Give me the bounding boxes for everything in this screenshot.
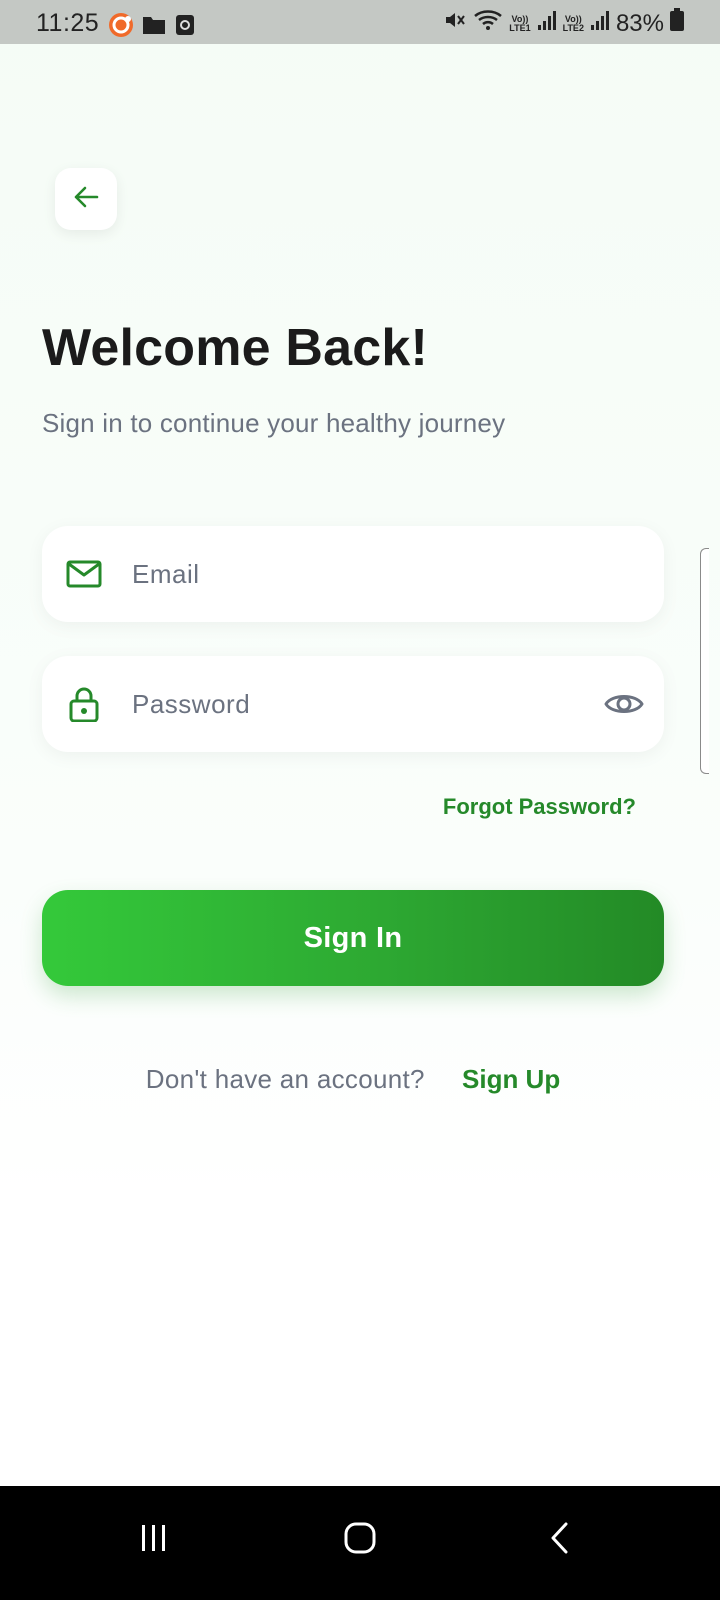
signup-row: Don't have an account? Sign Up [0, 1064, 706, 1095]
home-icon [343, 1521, 377, 1560]
navigation-bar [0, 1486, 720, 1600]
forgot-password-link[interactable]: Forgot Password? [443, 794, 636, 820]
page-title: Welcome Back! [42, 319, 429, 377]
home-button[interactable] [330, 1510, 390, 1570]
signal-icon [590, 9, 610, 38]
email-field[interactable] [42, 526, 664, 622]
password-field[interactable] [42, 656, 664, 752]
page-subtitle: Sign in to continue your healthy journey [42, 408, 506, 438]
sim2-network: LTE2 [562, 22, 584, 33]
status-system-icons: Vo)) LTE1 Vo)) LTE2 83% [443, 8, 684, 39]
sim2-label: Vo)) LTE2 [562, 13, 584, 33]
status-bar: 11:25 Vo)) LTE1 Vo)) LTE2 83% [0, 0, 720, 44]
camera-badge-icon [108, 12, 134, 43]
recents-button[interactable] [124, 1510, 184, 1570]
nav-back-button[interactable] [530, 1510, 590, 1570]
status-notification-icons [108, 12, 196, 43]
sign-in-button[interactable]: Sign In [42, 890, 664, 986]
recents-icon [138, 1523, 170, 1558]
back-icon [548, 1521, 572, 1560]
lock-icon [66, 686, 102, 723]
mute-icon [443, 8, 467, 39]
wifi-icon [473, 8, 503, 39]
edge-panel-handle[interactable] [700, 548, 709, 774]
battery-icon [670, 8, 684, 39]
folder-icon [142, 14, 166, 41]
sim1-network: LTE1 [509, 22, 531, 33]
sign-up-link[interactable]: Sign Up [462, 1064, 560, 1094]
sim1-label: Vo)) LTE1 [509, 13, 531, 33]
mail-icon [66, 556, 102, 592]
back-button[interactable] [55, 168, 117, 230]
status-time: 11:25 [36, 9, 100, 37]
password-input[interactable] [132, 656, 592, 752]
arrow-left-icon [72, 183, 100, 216]
signup-prompt: Don't have an account? [145, 1064, 425, 1094]
battery-percent: 83% [615, 9, 664, 37]
eye-icon[interactable] [604, 684, 644, 724]
email-input[interactable] [132, 526, 592, 622]
screen-record-icon [174, 14, 196, 41]
signal-icon [537, 9, 557, 38]
